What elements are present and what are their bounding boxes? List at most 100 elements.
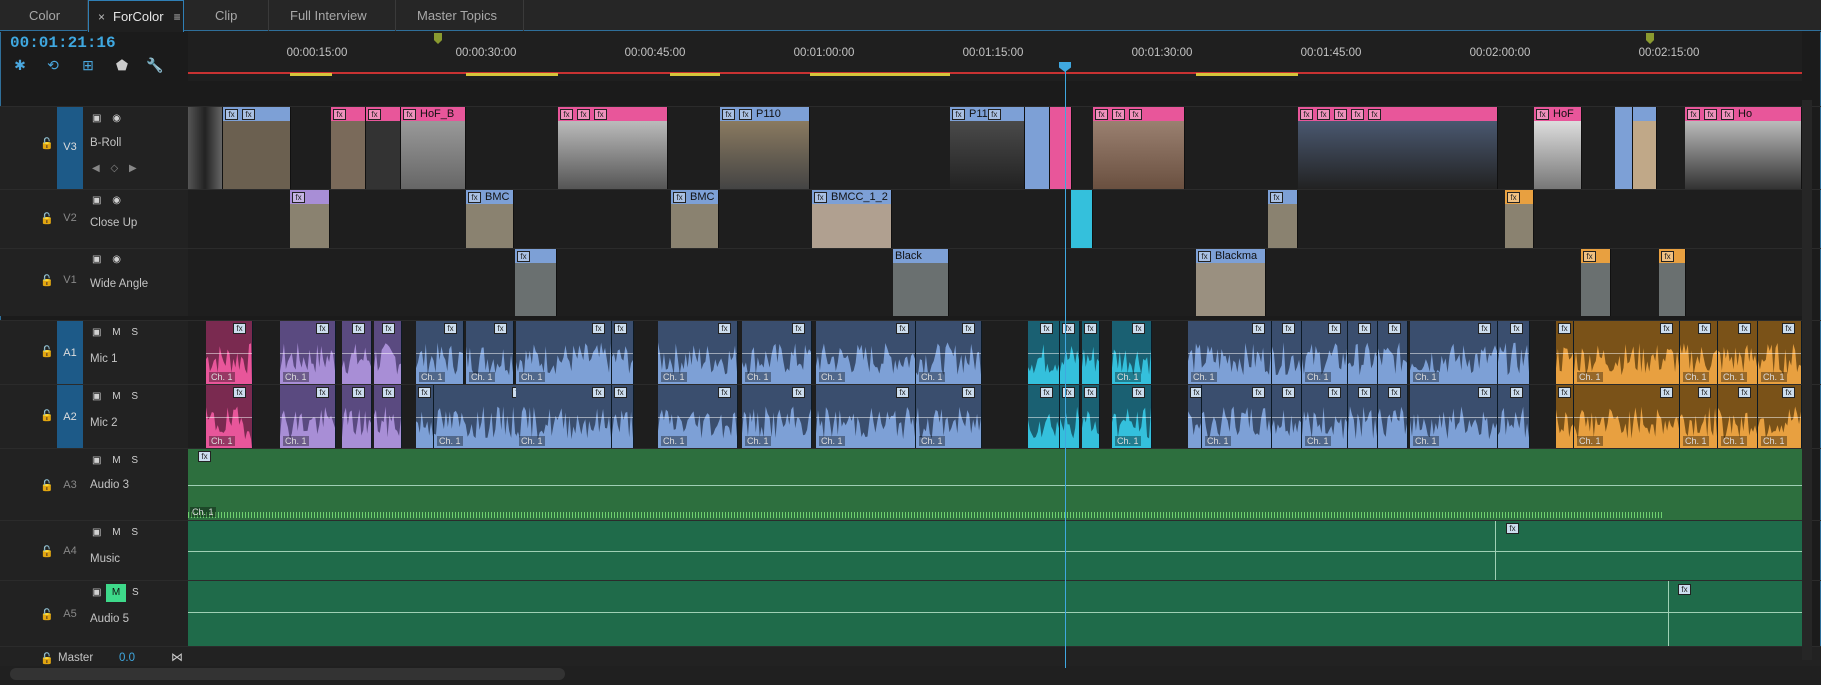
audio-clip[interactable]: fx (1028, 321, 1060, 384)
audio-clip[interactable]: fx Ch. 1 (1718, 385, 1758, 448)
video-clip[interactable]: fx HoF (1534, 107, 1582, 189)
track-toggle-icon[interactable]: ▣ (92, 587, 101, 598)
linked-selection-icon[interactable]: ⟲ (44, 56, 62, 74)
video-clip[interactable]: fx fx fx (1093, 107, 1185, 189)
video-clip[interactable]: fx BMCC_1_2 (812, 190, 892, 248)
volume-line[interactable] (816, 352, 915, 354)
video-clip[interactable] (1025, 107, 1050, 189)
video-clip[interactable] (1050, 107, 1072, 189)
keyframe-nav-icons[interactable]: ◀ ◇ ▶ (92, 163, 141, 174)
lock-icon[interactable]: 🔓 (40, 274, 54, 287)
video-clip[interactable]: Black (893, 249, 949, 316)
video-clip[interactable]: fx fx fx fx fx (1298, 107, 1498, 189)
volume-line[interactable] (342, 416, 371, 418)
audio-clip[interactable]: fx (342, 321, 372, 384)
volume-line[interactable] (1718, 416, 1757, 418)
volume-line[interactable] (1082, 352, 1099, 354)
close-icon[interactable]: × (98, 10, 105, 24)
audio-clip[interactable]: fx Ch. 1 (1302, 385, 1348, 448)
track-target-a4[interactable]: A4 (57, 545, 83, 557)
volume-line[interactable] (1410, 352, 1497, 354)
track-area-v1[interactable]: fx Black fx Blackma fx fx (188, 249, 1802, 316)
video-clip[interactable]: fx (515, 249, 557, 316)
audio-clip[interactable]: fx (612, 385, 634, 448)
volume-line[interactable] (1574, 352, 1679, 354)
audio-clip[interactable]: fx Ch. 1 (1410, 385, 1498, 448)
volume-line[interactable] (1498, 416, 1529, 418)
video-clip[interactable]: fx (290, 190, 330, 248)
audio-clip[interactable]: fx Ch. 1 (416, 321, 464, 384)
master-volume-value[interactable]: 0.0 (119, 652, 135, 664)
audio-clip-a3[interactable]: fx Ch. 1 (188, 449, 1802, 520)
track-toggle-icons[interactable]: ▣ M S (92, 455, 142, 466)
track-target-v1[interactable]: V1 (57, 274, 83, 286)
audio-clip[interactable]: fx (1348, 385, 1378, 448)
audio-clip[interactable]: fx Ch. 1 (816, 321, 916, 384)
volume-line[interactable] (1188, 416, 1201, 418)
volume-line[interactable] (1410, 416, 1497, 418)
track-target-a3[interactable]: A3 (57, 479, 83, 491)
track-target-a2[interactable]: A2 (57, 385, 83, 449)
volume-line[interactable] (1378, 352, 1407, 354)
track-toggle-icons[interactable]: ▣ ◉ (92, 254, 125, 265)
snap-icon[interactable]: ✱ (11, 56, 29, 74)
audio-clip[interactable]: fx Ch. 1 (916, 321, 982, 384)
volume-line[interactable] (374, 352, 401, 354)
volume-line[interactable] (742, 416, 811, 418)
mute-button-active[interactable]: M (106, 584, 126, 602)
volume-line[interactable] (1202, 416, 1271, 418)
video-clip[interactable]: fx Blackma (1196, 249, 1266, 316)
video-clip[interactable]: fx (331, 107, 366, 189)
volume-line[interactable] (1060, 416, 1079, 418)
track-toggle-icons[interactable]: ▣ M S (92, 527, 142, 538)
lock-icon[interactable]: 🔓 (40, 212, 54, 225)
volume-line[interactable] (1272, 352, 1301, 354)
track-toggle-icons[interactable]: ▣ M S (92, 327, 142, 338)
volume-line[interactable] (1302, 416, 1347, 418)
video-clip[interactable]: fx (1581, 249, 1611, 316)
volume-line[interactable] (1758, 416, 1801, 418)
video-clip[interactable]: fx fx (223, 107, 291, 189)
track-area-a1[interactable]: fx Ch. 1 fx Ch. 1 fx fx fx Ch. 1 fx Ch. 1 fx Ch. 1f… (188, 321, 1802, 384)
volume-line[interactable] (466, 352, 513, 354)
audio-clip[interactable]: fx Ch. 1 (1410, 321, 1498, 384)
audio-clip[interactable]: fx Ch. 1 (1302, 321, 1348, 384)
solo-button[interactable]: S (132, 587, 139, 598)
volume-line[interactable] (1680, 352, 1717, 354)
volume-line[interactable] (516, 416, 611, 418)
video-clip[interactable]: fx P11 fx (950, 107, 1025, 189)
track-target-a1[interactable]: A1 (57, 321, 83, 385)
lock-icon[interactable]: 🔓 (40, 652, 54, 665)
volume-line[interactable] (1574, 416, 1679, 418)
volume-line[interactable] (416, 352, 463, 354)
audio-clip[interactable]: fx Ch. 1 (658, 385, 738, 448)
audio-clip[interactable]: fx (1556, 321, 1574, 384)
volume-line[interactable] (742, 352, 811, 354)
volume-line[interactable] (374, 416, 401, 418)
audio-clip[interactable]: fx (612, 321, 634, 384)
volume-line[interactable] (416, 416, 433, 418)
audio-clip[interactable]: fx (1188, 385, 1202, 448)
volume-line[interactable] (1112, 352, 1151, 354)
video-clip[interactable]: fx BMC (671, 190, 719, 248)
lock-icon[interactable]: 🔓 (40, 137, 54, 150)
audio-clip[interactable]: fx Ch. 1 (916, 385, 982, 448)
clip-edit-point[interactable] (1668, 581, 1669, 647)
audio-clip[interactable]: fx (1060, 385, 1080, 448)
volume-line[interactable] (1378, 416, 1407, 418)
nest-icon[interactable]: ⊞ (79, 56, 97, 74)
audio-clip[interactable]: fx (1498, 385, 1530, 448)
audio-clip[interactable]: fx Ch. 1 (1680, 321, 1718, 384)
audio-clip[interactable]: fx (1378, 385, 1408, 448)
lock-icon[interactable]: 🔓 (40, 345, 54, 358)
audio-clip-a5[interactable]: fx (188, 581, 1802, 647)
audio-clip[interactable]: fx Ch. 1 (466, 321, 514, 384)
volume-line[interactable] (1348, 352, 1377, 354)
volume-line[interactable] (1498, 352, 1529, 354)
audio-clip[interactable]: fx (1060, 321, 1080, 384)
volume-line[interactable] (1028, 352, 1059, 354)
volume-line[interactable] (1112, 416, 1151, 418)
video-clip[interactable] (1633, 107, 1657, 189)
audio-clip[interactable]: fx Ch. 1 (1574, 385, 1680, 448)
audio-clip[interactable]: fx (1498, 321, 1530, 384)
